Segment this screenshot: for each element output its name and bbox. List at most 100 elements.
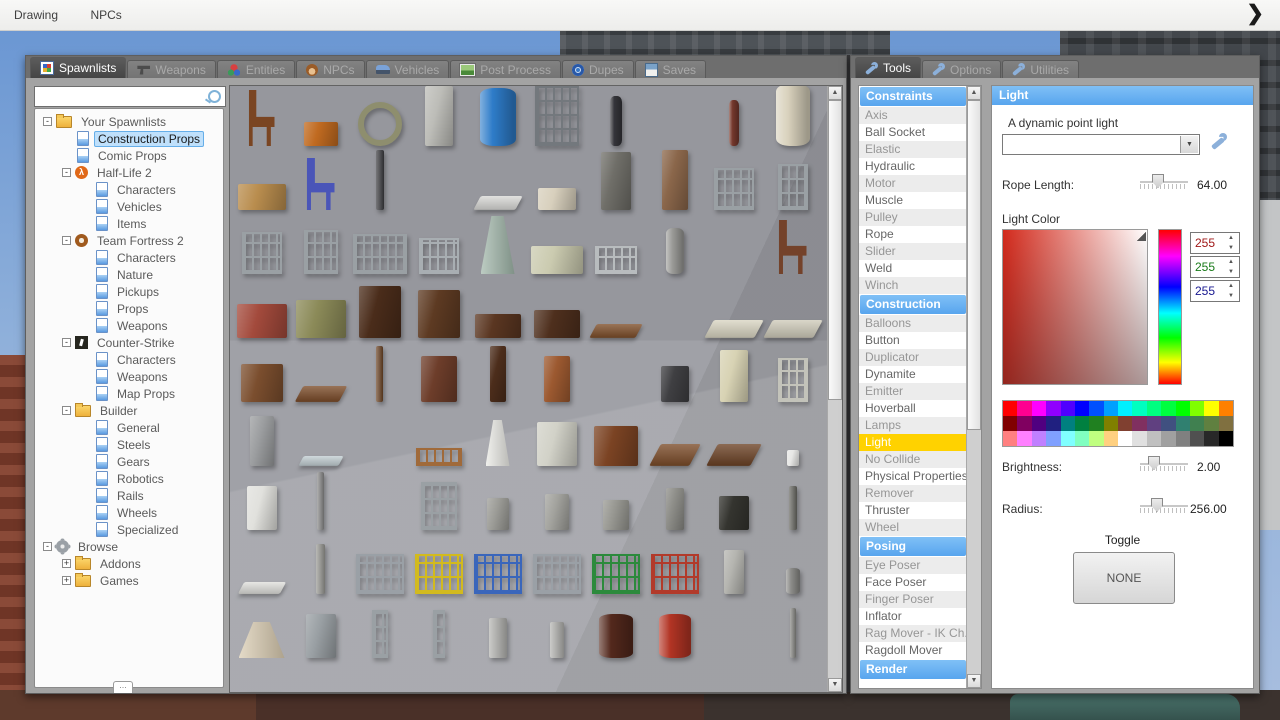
- tool-item-muscle[interactable]: Muscle: [859, 192, 967, 209]
- palette-swatch[interactable]: [1132, 401, 1147, 416]
- green-value-spinner[interactable]: 255 ▲ ▼: [1190, 256, 1240, 278]
- tree-item-props[interactable]: Props: [35, 300, 223, 317]
- color-hue-bar[interactable]: [1158, 229, 1182, 385]
- prop-thumbnail[interactable]: [586, 88, 645, 152]
- prop-thumbnail[interactable]: [409, 344, 468, 408]
- tree-item-characters[interactable]: Characters: [35, 249, 223, 266]
- prop-thumbnail[interactable]: [527, 600, 586, 664]
- prop-thumbnail[interactable]: [586, 280, 645, 344]
- palette-swatch[interactable]: [1003, 401, 1018, 416]
- forward-chevron-icon[interactable]: ❯: [1246, 1, 1264, 26]
- palette-swatch[interactable]: [1189, 416, 1205, 431]
- prop-thumbnail[interactable]: [527, 216, 586, 280]
- prop-thumbnail[interactable]: [704, 152, 763, 216]
- tree-item-map-props[interactable]: Map Props: [35, 385, 223, 402]
- prop-thumbnail[interactable]: [232, 472, 291, 536]
- tool-item-dynamite[interactable]: Dynamite: [859, 366, 967, 383]
- tree-item-addons[interactable]: + Addons: [35, 555, 223, 572]
- prop-thumbnail[interactable]: [586, 600, 645, 664]
- palette-swatch[interactable]: [1031, 431, 1047, 446]
- prop-thumbnail[interactable]: [291, 408, 350, 472]
- prop-thumbnail[interactable]: [763, 86, 822, 152]
- collapse-icon[interactable]: -: [62, 406, 71, 415]
- prop-thumbnail[interactable]: [645, 408, 704, 472]
- spin-down-icon[interactable]: ▼: [1228, 293, 1234, 299]
- prop-thumbnail[interactable]: [704, 472, 763, 536]
- prop-thumbnail[interactable]: [763, 600, 822, 664]
- prop-thumbnail[interactable]: [350, 600, 409, 664]
- prop-thumbnail[interactable]: [645, 536, 704, 600]
- scroll-up-icon[interactable]: ▲: [828, 86, 842, 100]
- prop-thumbnail[interactable]: [232, 88, 291, 152]
- palette-swatch[interactable]: [1074, 401, 1090, 416]
- palette-swatch[interactable]: [1204, 431, 1219, 446]
- palette-swatch[interactable]: [1146, 401, 1162, 416]
- prop-thumbnail[interactable]: [645, 472, 704, 536]
- prop-thumbnail[interactable]: [763, 408, 822, 472]
- tool-item-ragdoll-mover[interactable]: Ragdoll Mover: [859, 642, 967, 659]
- tool-item-slider[interactable]: Slider: [859, 243, 967, 260]
- prop-thumbnail[interactable]: [468, 280, 527, 344]
- prop-thumbnail[interactable]: [468, 408, 527, 472]
- palette-swatch[interactable]: [1218, 401, 1233, 416]
- prop-thumbnail[interactable]: [291, 216, 350, 280]
- palette-swatch[interactable]: [1146, 416, 1162, 431]
- tool-item-elastic[interactable]: Elastic: [859, 141, 967, 158]
- prop-thumbnail[interactable]: [291, 88, 350, 152]
- spin-up-icon[interactable]: ▲: [1228, 235, 1234, 241]
- spin-down-icon[interactable]: ▼: [1228, 269, 1234, 275]
- prop-thumbnail[interactable]: [468, 472, 527, 536]
- tool-item-light[interactable]: Light: [859, 434, 967, 451]
- tab-entities[interactable]: Entities: [216, 60, 296, 78]
- prop-thumbnail[interactable]: [232, 536, 291, 600]
- spinner-arrows[interactable]: ▲ ▼: [1224, 281, 1238, 301]
- palette-swatch[interactable]: [1218, 431, 1233, 446]
- tree-item-characters[interactable]: Characters: [35, 351, 223, 368]
- tab-options[interactable]: Options: [922, 60, 1002, 78]
- tool-item-duplicator[interactable]: Duplicator: [859, 349, 967, 366]
- prop-thumbnail[interactable]: [468, 600, 527, 664]
- prop-thumbnail[interactable]: [468, 216, 527, 280]
- prop-thumbnail[interactable]: [409, 216, 468, 280]
- scroll-down-icon[interactable]: ▼: [967, 674, 981, 688]
- palette-swatch[interactable]: [1132, 431, 1147, 446]
- palette-swatch[interactable]: [1046, 416, 1061, 431]
- prop-thumbnail[interactable]: [527, 86, 586, 152]
- tree-item-counter-strike[interactable]: - Counter-Strike: [35, 334, 223, 351]
- prop-thumbnail[interactable]: [409, 536, 468, 600]
- palette-swatch[interactable]: [1017, 401, 1032, 416]
- prop-thumbnail[interactable]: [763, 152, 822, 216]
- tool-item-no-collide[interactable]: No Collide: [859, 451, 967, 468]
- tree-item-team-fortress-2[interactable]: - Team Fortress 2: [35, 232, 223, 249]
- tool-item-physical-properties[interactable]: Physical Properties: [859, 468, 967, 485]
- collapse-icon[interactable]: -: [62, 168, 71, 177]
- tool-item-hoverball[interactable]: Hoverball: [859, 400, 967, 417]
- prop-grid-scrollbar[interactable]: ▲ ▼: [827, 86, 842, 692]
- tool-item-inflator[interactable]: Inflator: [859, 608, 967, 625]
- spawnlist-search-input[interactable]: [34, 86, 226, 107]
- preset-dropdown[interactable]: ▼: [1002, 134, 1200, 155]
- tool-list-scrollbar[interactable]: ▲ ▼: [966, 86, 981, 688]
- prop-thumbnail[interactable]: [763, 472, 822, 536]
- prop-thumbnail[interactable]: [409, 280, 468, 344]
- menu-item-npcs[interactable]: NPCs: [76, 0, 135, 22]
- palette-swatch[interactable]: [1118, 431, 1133, 446]
- palette-swatch[interactable]: [1089, 431, 1104, 446]
- prop-thumbnail[interactable]: [468, 344, 527, 408]
- tool-item-axis[interactable]: Axis: [859, 107, 967, 124]
- prop-thumbnail[interactable]: [762, 280, 823, 344]
- collapse-icon[interactable]: -: [62, 236, 71, 245]
- palette-swatch[interactable]: [1074, 416, 1090, 431]
- palette-swatch[interactable]: [1161, 431, 1176, 446]
- tab-weapons[interactable]: Weapons: [127, 60, 216, 78]
- palette-swatch[interactable]: [1118, 416, 1133, 431]
- collapse-icon[interactable]: -: [43, 542, 52, 551]
- spin-up-icon[interactable]: ▲: [1228, 259, 1234, 265]
- tree-item-items[interactable]: Items: [35, 215, 223, 232]
- palette-swatch[interactable]: [1132, 416, 1147, 431]
- tab-tools[interactable]: Tools: [855, 57, 922, 78]
- palette-swatch[interactable]: [1089, 416, 1104, 431]
- prop-thumbnail[interactable]: [291, 664, 350, 692]
- tree-item-general[interactable]: General: [35, 419, 223, 436]
- prop-thumbnail[interactable]: [291, 472, 350, 536]
